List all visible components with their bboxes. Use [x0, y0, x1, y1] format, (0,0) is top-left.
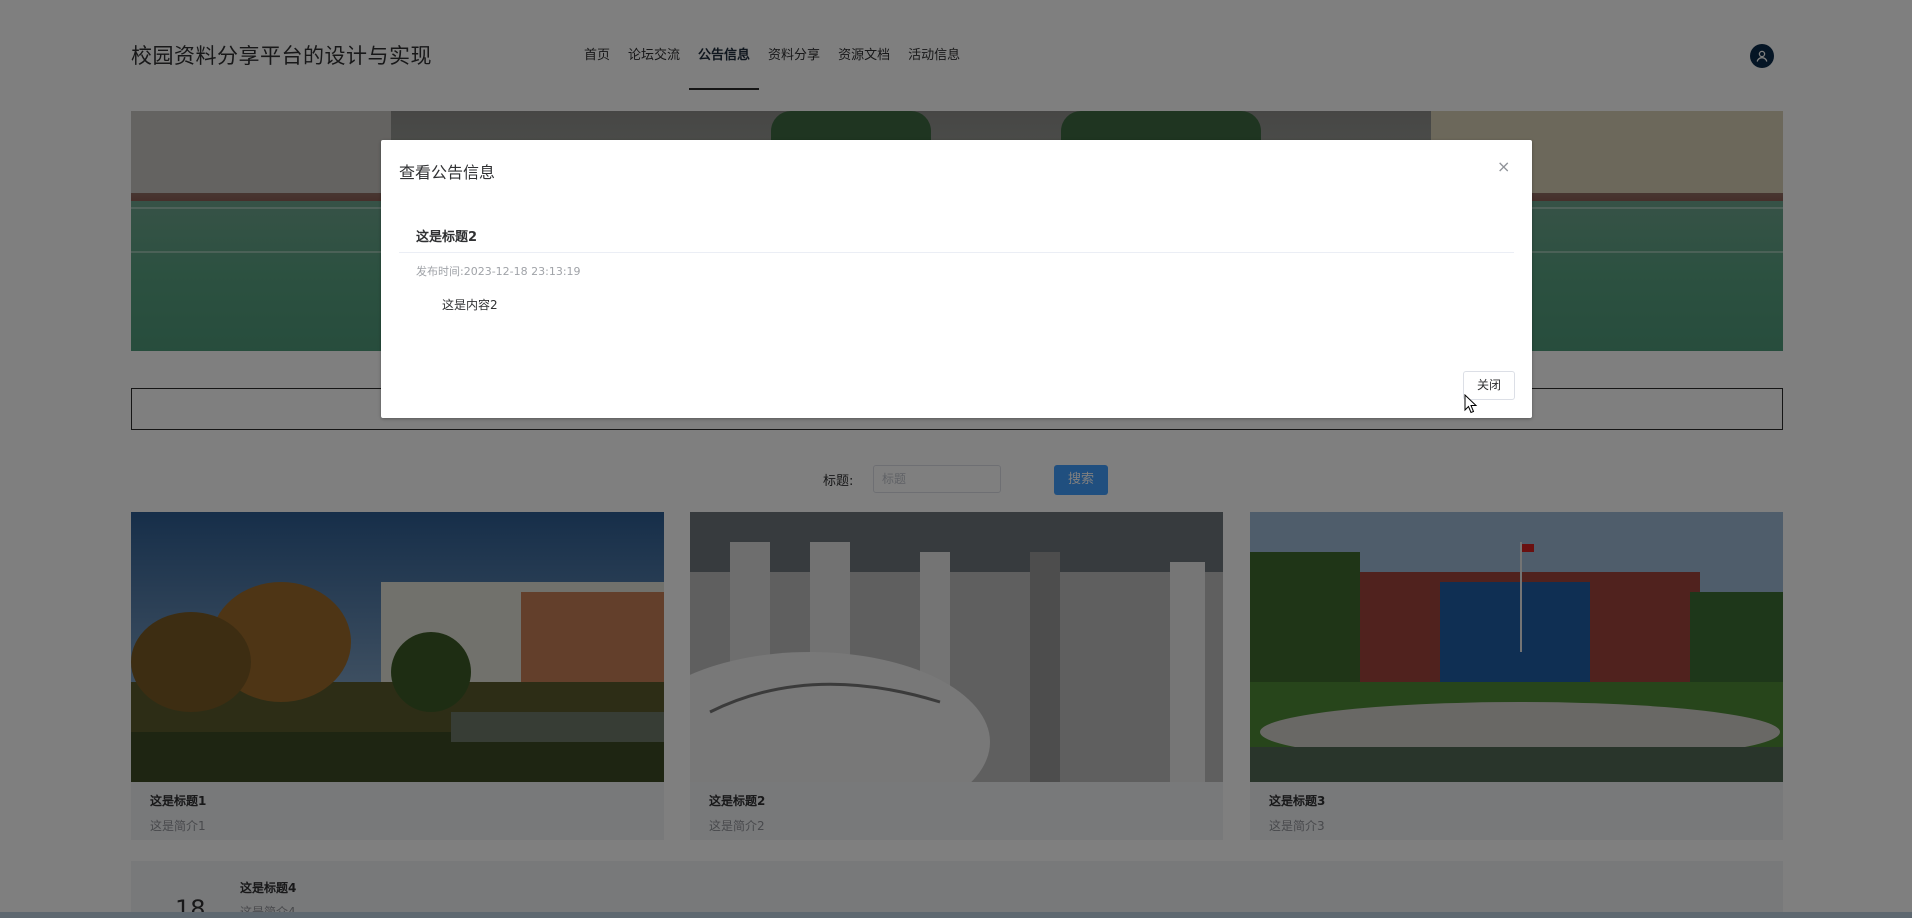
- announcement-content: 这是内容2: [442, 298, 498, 312]
- modal-overlay[interactable]: [0, 0, 1912, 918]
- mouse-cursor-icon: [1464, 393, 1478, 418]
- dialog-title: 查看公告信息: [399, 163, 496, 182]
- page: 校园资料分享平台的设计与实现 首页 论坛交流 公告信息 资料分享 资源文档 活动…: [0, 0, 1912, 923]
- divider: [399, 252, 1514, 253]
- announcement-title: 这是标题2: [416, 230, 478, 245]
- close-icon[interactable]: ×: [1497, 157, 1510, 176]
- announcement-dialog: 查看公告信息 × 这是标题2 发布时间:2023-12-18 23:13:19 …: [381, 140, 1532, 418]
- publish-time: 发布时间:2023-12-18 23:13:19: [416, 265, 581, 278]
